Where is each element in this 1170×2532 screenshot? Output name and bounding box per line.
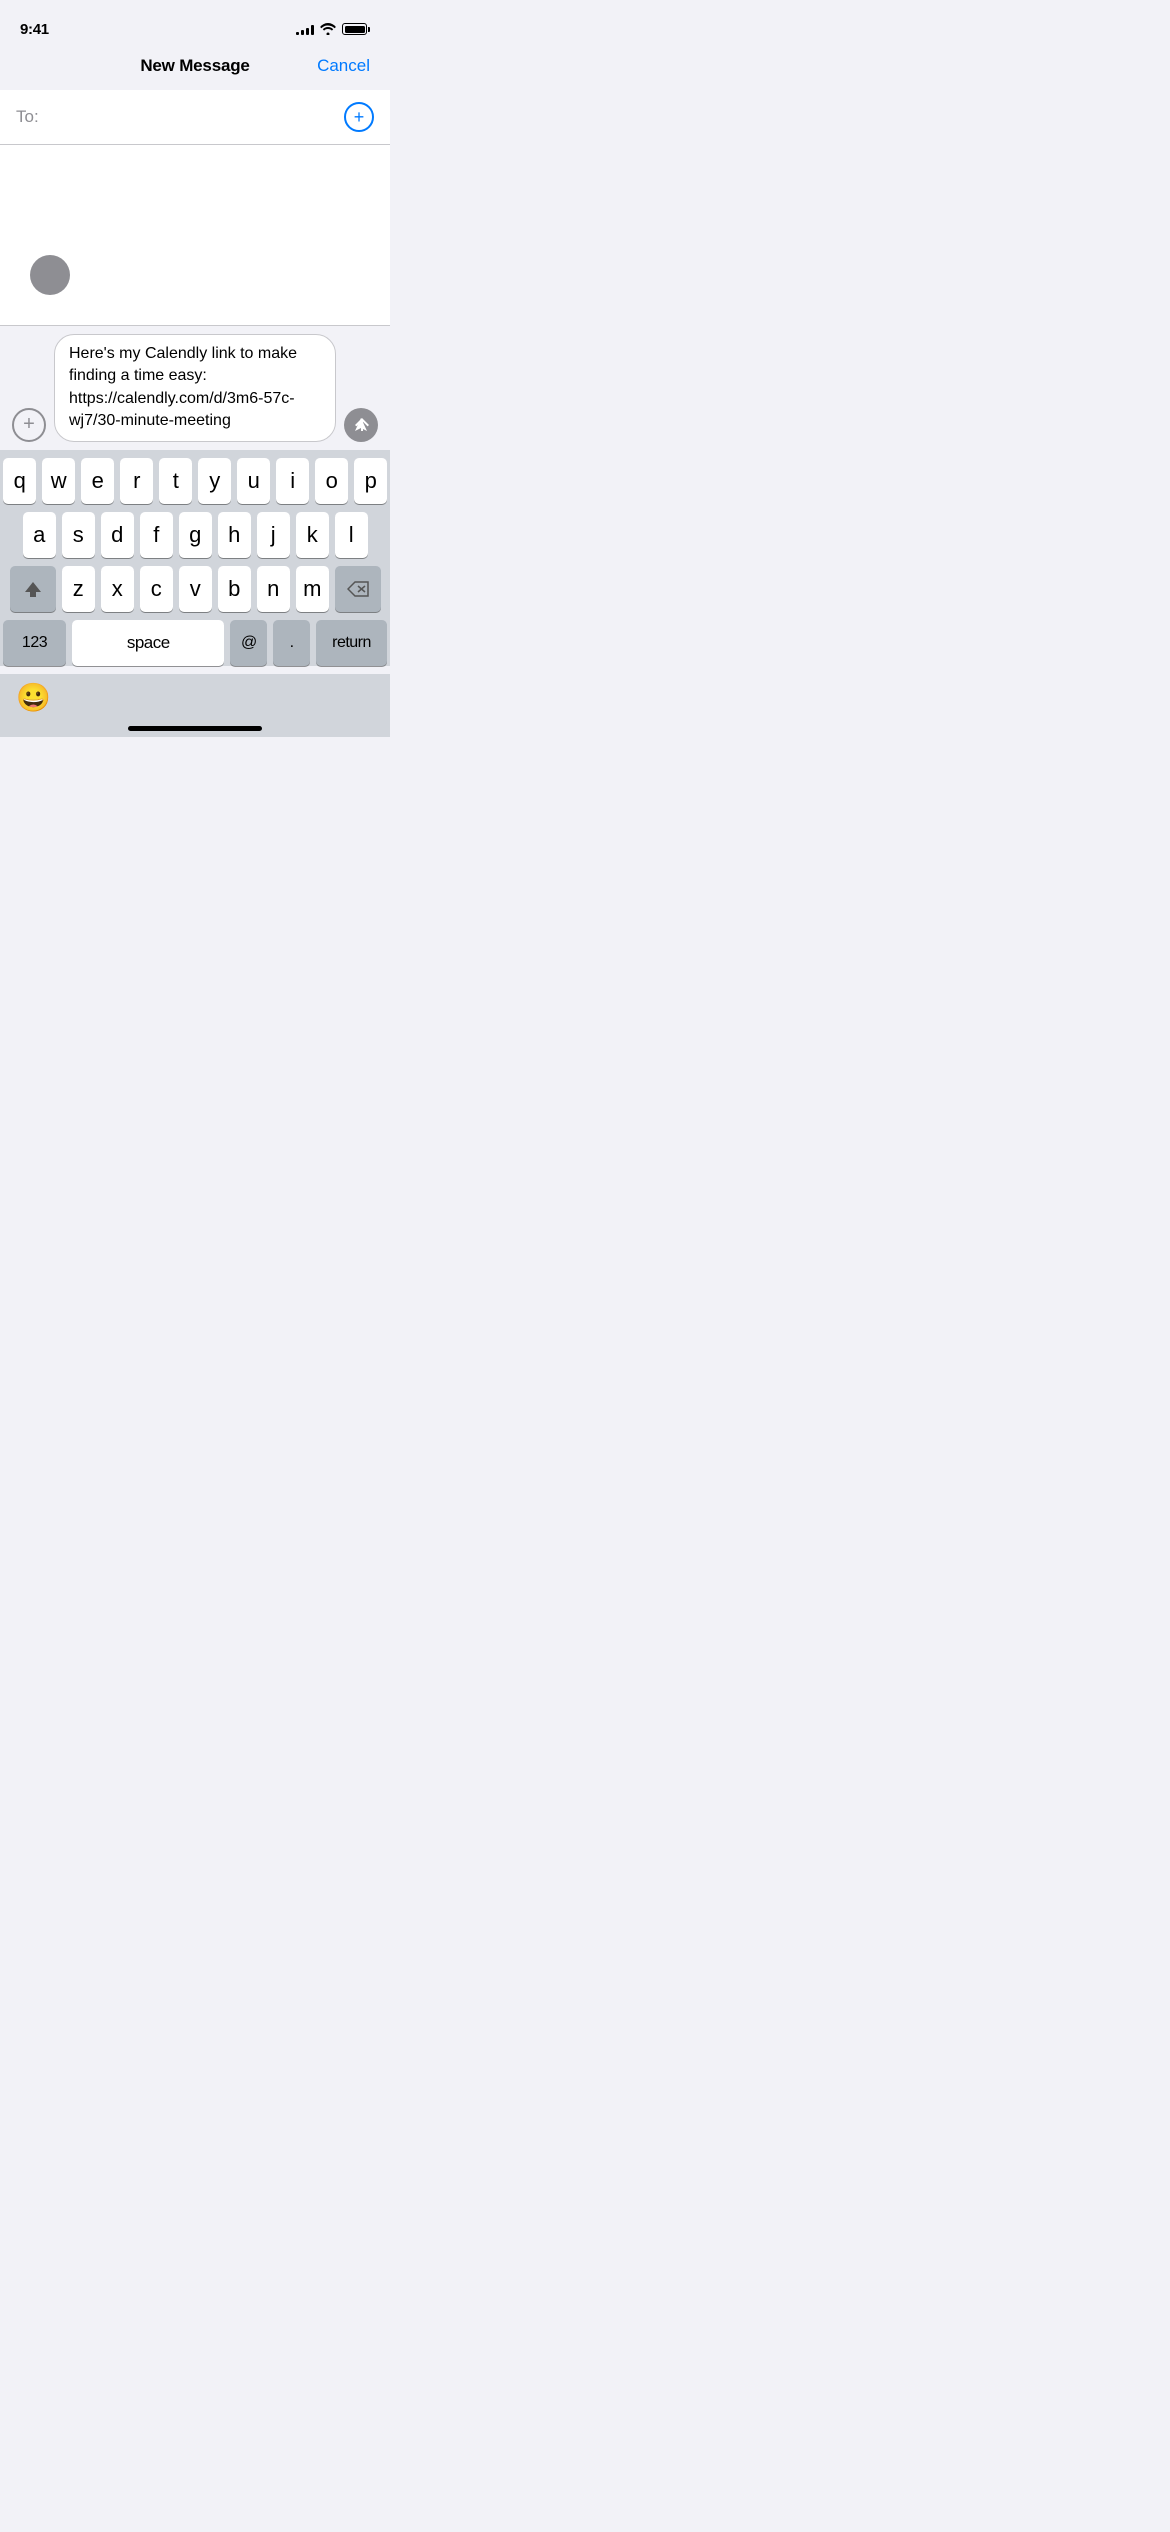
cancel-button[interactable]: Cancel [317, 56, 370, 76]
compose-title: New Message [140, 56, 249, 76]
key-e[interactable]: e [81, 458, 114, 504]
message-input-row: + Here's my Calendly link to make findin… [0, 325, 390, 450]
bottom-bar: 😀 [0, 674, 390, 720]
to-label: To: [16, 107, 39, 127]
return-key[interactable]: return [316, 620, 387, 666]
key-v[interactable]: v [179, 566, 212, 612]
key-q[interactable]: q [3, 458, 36, 504]
keyboard-row-1: q w e r t y u i o p [3, 458, 387, 504]
home-indicator-area [0, 720, 390, 737]
key-a[interactable]: a [23, 512, 56, 558]
key-d[interactable]: d [101, 512, 134, 558]
period-key[interactable]: . [273, 620, 310, 666]
audio-indicator [30, 255, 70, 295]
key-l[interactable]: l [335, 512, 368, 558]
key-s[interactable]: s [62, 512, 95, 558]
delete-key[interactable] [335, 566, 381, 612]
compose-header: New Message Cancel [0, 44, 390, 90]
status-time: 9:41 [20, 21, 49, 38]
battery-icon [342, 23, 370, 35]
key-k[interactable]: k [296, 512, 329, 558]
key-t[interactable]: t [159, 458, 192, 504]
key-b[interactable]: b [218, 566, 251, 612]
keyboard-row-3: z x c v b n m [3, 566, 387, 612]
attach-button[interactable]: + [12, 408, 46, 442]
plus-icon: + [354, 108, 365, 126]
message-input[interactable]: Here's my Calendly link to make finding … [54, 334, 336, 442]
key-r[interactable]: r [120, 458, 153, 504]
key-m[interactable]: m [296, 566, 329, 612]
emoji-button[interactable]: 😀 [16, 684, 51, 712]
status-icons [296, 23, 370, 35]
to-input[interactable] [47, 107, 344, 127]
key-j[interactable]: j [257, 512, 290, 558]
keyboard-row-2: a s d f g h j k l [3, 512, 387, 558]
status-bar: 9:41 [0, 0, 390, 44]
send-button[interactable] [344, 408, 378, 442]
plus-icon: + [23, 413, 35, 436]
key-n[interactable]: n [257, 566, 290, 612]
key-c[interactable]: c [140, 566, 173, 612]
key-g[interactable]: g [179, 512, 212, 558]
send-icon [353, 417, 369, 433]
add-contact-button[interactable]: + [344, 102, 374, 132]
key-x[interactable]: x [101, 566, 134, 612]
key-o[interactable]: o [315, 458, 348, 504]
space-key[interactable]: space [72, 620, 224, 666]
message-body [0, 145, 390, 325]
delete-icon [347, 581, 369, 597]
key-i[interactable]: i [276, 458, 309, 504]
shift-key[interactable] [10, 566, 56, 612]
key-p[interactable]: p [354, 458, 387, 504]
keyboard-row-4: 123 space @ . return [3, 620, 387, 666]
key-f[interactable]: f [140, 512, 173, 558]
at-key[interactable]: @ [230, 620, 267, 666]
key-w[interactable]: w [42, 458, 75, 504]
key-y[interactable]: y [198, 458, 231, 504]
to-field-row: To: + [0, 90, 390, 145]
home-indicator [128, 726, 262, 731]
compose-area: To: + [0, 90, 390, 325]
numbers-key[interactable]: 123 [3, 620, 66, 666]
wifi-icon [320, 23, 336, 35]
shift-icon [23, 579, 43, 599]
keyboard: q w e r t y u i o p a s d f g h j k l z … [0, 450, 390, 666]
signal-icon [296, 23, 314, 35]
key-h[interactable]: h [218, 512, 251, 558]
key-u[interactable]: u [237, 458, 270, 504]
key-z[interactable]: z [62, 566, 95, 612]
